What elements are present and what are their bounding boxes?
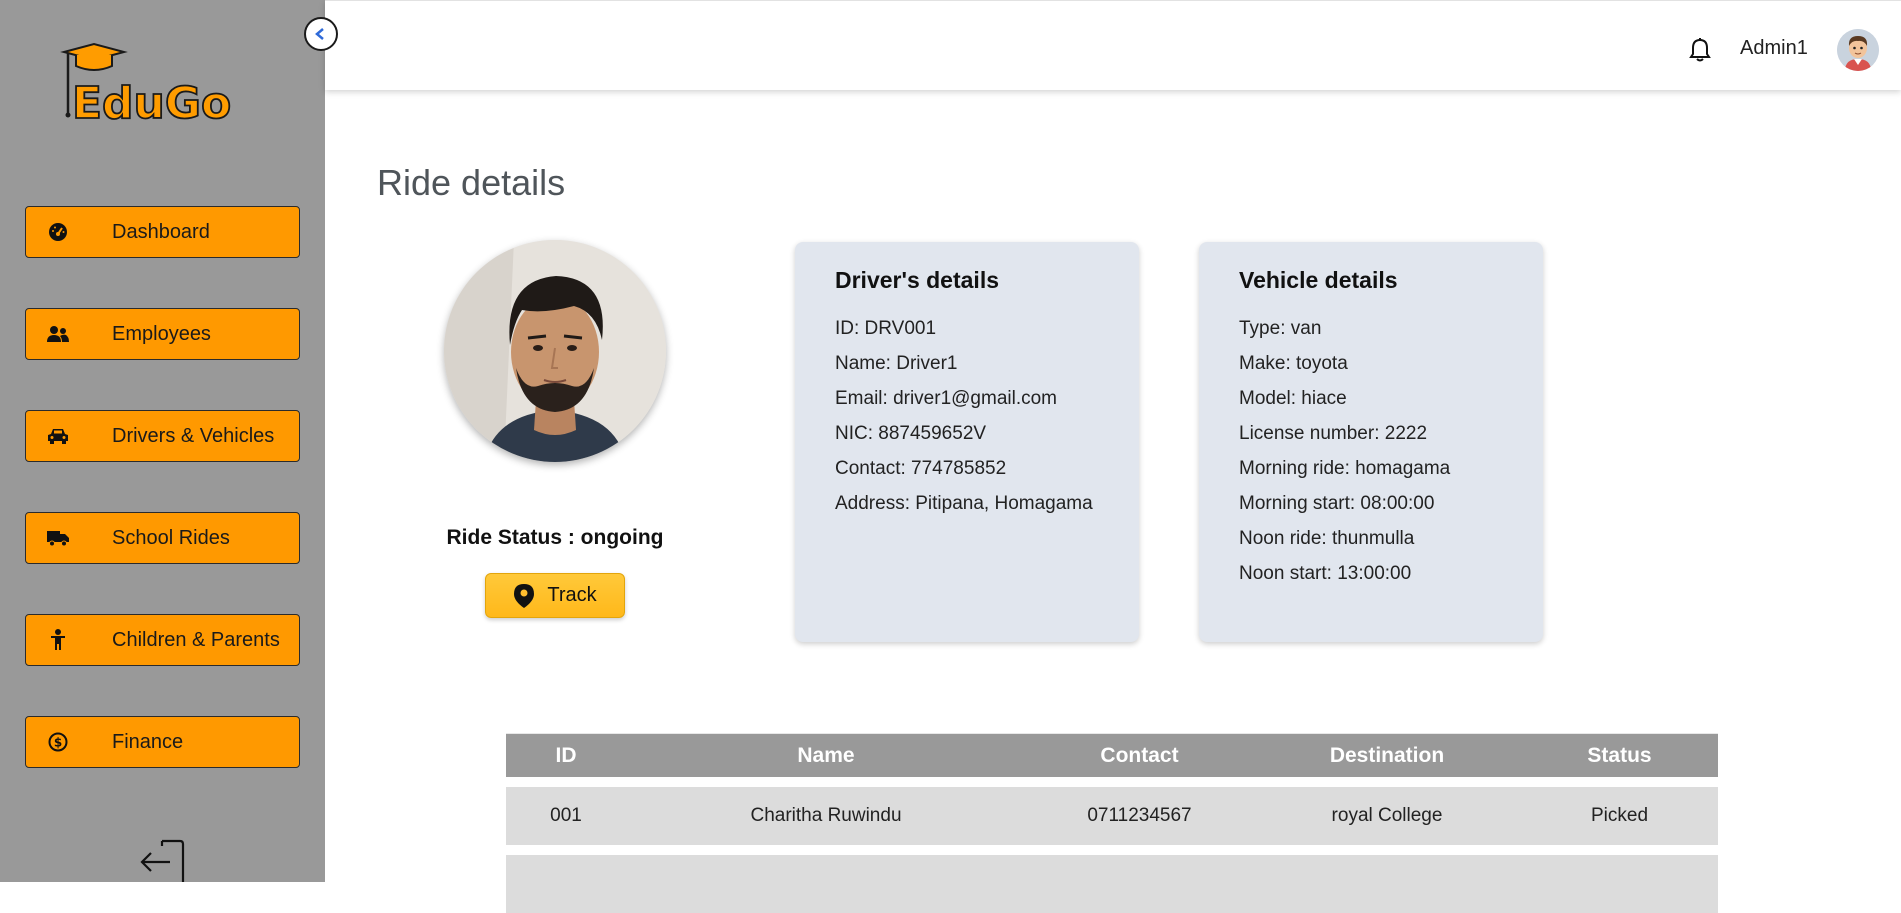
chevron-left-icon [315, 28, 324, 40]
driver-id: ID: DRV001 [835, 318, 937, 339]
map-pin-icon [513, 583, 535, 609]
driver-address: Address: Pitipana, Homagama [835, 493, 1093, 514]
cell-contact: 0711234567 [1087, 805, 1192, 826]
sidebar-item-children-parents[interactable]: Children & Parents [25, 614, 300, 666]
bell-icon [1689, 38, 1711, 62]
vehicle-morning-ride: Morning ride: homagama [1239, 458, 1451, 479]
sidebar-item-label: Drivers & Vehicles [112, 424, 275, 447]
driver-contact: Contact: 774785852 [835, 458, 1007, 479]
admin-avatar-icon [1837, 29, 1879, 71]
child-icon [46, 628, 70, 652]
cell-id: 001 [550, 805, 582, 826]
page-title: Ride details [377, 162, 566, 203]
sidebar-item-label: Finance [112, 730, 184, 753]
user-name[interactable]: Admin1 [1740, 37, 1808, 60]
sidebar-item-label: Dashboard [112, 220, 210, 243]
driver-details-title: Driver's details [835, 267, 999, 293]
logo-text: EduGo [72, 78, 231, 124]
users-icon [46, 322, 70, 346]
vehicle-morning-start: Morning start: 08:00:00 [1239, 493, 1435, 514]
truck-icon [46, 526, 70, 550]
driver-details-card: Driver's details ID: DRV001 Name: Driver… [795, 242, 1139, 642]
cell-destination: royal College [1331, 805, 1443, 826]
vehicle-model: Model: hiace [1239, 388, 1347, 409]
track-button-label: Track [547, 584, 597, 606]
driver-name: Name: Driver1 [835, 353, 958, 374]
logout-button[interactable] [140, 838, 186, 882]
vehicle-make: Make: toyota [1239, 353, 1348, 374]
ride-status: Ride Status : ongoing [446, 526, 664, 549]
vehicle-details-card: Vehicle details Type: van Make: toyota M… [1199, 242, 1543, 642]
vehicle-type: Type: van [1239, 318, 1322, 339]
driver-portrait-image [444, 240, 666, 462]
track-button[interactable]: Track [485, 573, 625, 618]
edugo-logo[interactable]: EduGo [60, 42, 260, 130]
cell-name: Charitha Ruwindu [750, 805, 902, 826]
avatar[interactable] [1837, 29, 1879, 71]
driver-photo [444, 240, 666, 462]
vehicle-noon-start: Noon start: 13:00:00 [1239, 563, 1412, 584]
sidebar: EduGo Dashboard Employees Drivers & Vehi… [0, 0, 325, 882]
sidebar-item-dashboard[interactable]: Dashboard [25, 206, 300, 258]
coin-icon: $ [46, 730, 70, 754]
gauge-icon [46, 220, 70, 244]
top-header: Admin1 [325, 0, 1901, 90]
table-row-partial[interactable] [506, 855, 1718, 913]
vehicle-license-number: License number: 2222 [1239, 423, 1428, 444]
sidebar-nav: Dashboard Employees Drivers & Vehicles S… [25, 206, 300, 818]
sidebar-item-employees[interactable]: Employees [25, 308, 300, 360]
sidebar-item-finance[interactable]: $ Finance [25, 716, 300, 768]
svg-text:$: $ [54, 736, 62, 750]
car-icon [46, 424, 70, 448]
sidebar-item-drivers-vehicles[interactable]: Drivers & Vehicles [25, 410, 300, 462]
sidebar-item-label: School Rides [112, 526, 230, 549]
children-table: ID Name Contact Destination Status 001 C… [506, 733, 1718, 913]
table-row[interactable]: 001 Charitha Ruwindu 0711234567 royal Co… [506, 787, 1718, 845]
sidebar-item-label: Children & Parents [112, 628, 280, 651]
column-header-destination[interactable]: Destination [1253, 744, 1521, 768]
cell-status: Picked [1590, 805, 1649, 826]
notification-bell-button[interactable] [1689, 37, 1711, 63]
column-header-status[interactable]: Status [1521, 744, 1718, 768]
column-header-contact[interactable]: Contact [1026, 744, 1253, 768]
logout-icon [140, 839, 185, 882]
vehicle-noon-ride: Noon ride: thunmulla [1239, 528, 1415, 549]
driver-email: Email: driver1@gmail.com [835, 388, 1058, 409]
sidebar-collapse-button[interactable] [304, 17, 338, 51]
driver-nic: NIC: 887459652V [835, 423, 987, 444]
sidebar-item-school-rides[interactable]: School Rides [25, 512, 300, 564]
column-header-name[interactable]: Name [626, 744, 1026, 768]
column-header-id[interactable]: ID [506, 744, 626, 768]
vehicle-details-title: Vehicle details [1239, 267, 1398, 293]
table-header: ID Name Contact Destination Status [506, 733, 1718, 777]
sidebar-item-label: Employees [112, 322, 211, 345]
